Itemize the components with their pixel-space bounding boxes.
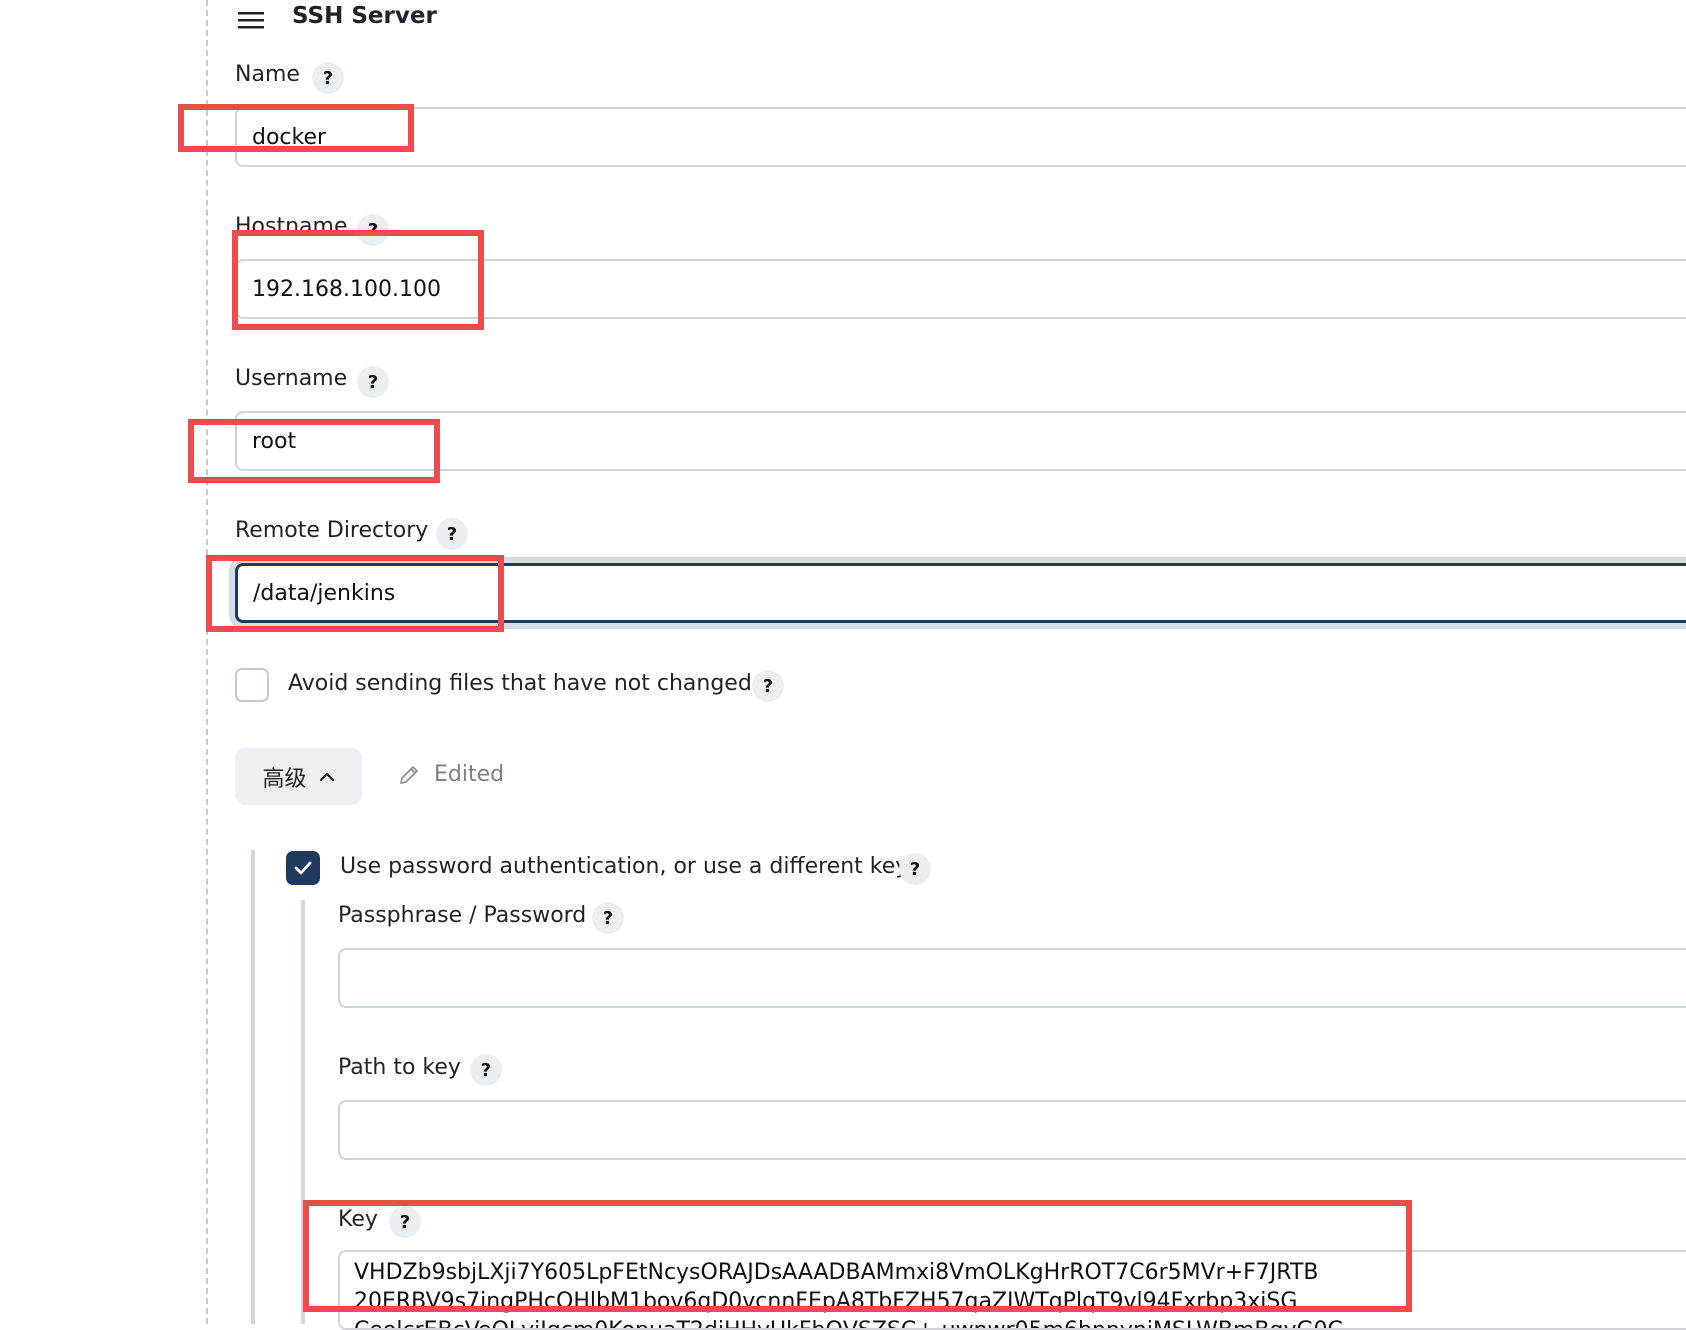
name-help-icon[interactable]: ? [312,62,344,94]
section-title: SSH Server [292,3,437,29]
key-line: VHDZb9sbjLXji7Y605LpFEtNcysORAJDsAAADBAM… [354,1260,1319,1285]
chevron-up-icon [319,772,335,782]
remote-directory-help-icon[interactable]: ? [436,518,468,550]
avoid-sending-label: Avoid sending files that have not change… [288,671,752,696]
path-to-key-label: Path to key [338,1055,461,1080]
key-textarea[interactable]: VHDZb9sbjLXji7Y605LpFEtNcysORAJDsAAADBAM… [338,1250,1686,1330]
key-help-icon[interactable]: ? [389,1206,421,1238]
passphrase-label: Passphrase / Password [338,903,587,928]
remote-directory-input[interactable]: /data/jenkins [235,563,1686,623]
username-input[interactable]: root [235,411,1686,471]
pencil-icon [397,763,421,787]
path-to-key-help-icon[interactable]: ? [470,1054,502,1086]
name-input[interactable]: docker [235,107,1686,167]
advanced-label: 高级 [262,766,307,792]
advanced-toggle-button[interactable]: 高级 [235,748,362,805]
hamburger-menu-icon[interactable] [238,10,264,30]
use-password-help-icon[interactable]: ? [899,853,931,885]
hostname-label: Hostname [235,214,348,239]
avoid-sending-help-icon[interactable]: ? [752,670,784,702]
hostname-input[interactable]: 192.168.100.100 [235,259,1686,319]
passphrase-help-icon[interactable]: ? [592,902,624,934]
edited-label: Edited [434,762,505,787]
avoid-sending-checkbox[interactable] [235,668,269,702]
name-label: Name [235,62,300,87]
key-line: CeolcrEBcVeQLvjJqcm0KopuaT2diHHyUkFbQVSZ… [354,1316,1682,1328]
use-password-checkbox[interactable] [286,851,320,885]
remote-directory-label: Remote Directory [235,518,429,543]
password-section-rail [301,900,305,1324]
key-label: Key [338,1207,378,1232]
path-to-key-input[interactable] [338,1100,1686,1160]
check-icon [294,861,312,875]
username-help-icon[interactable]: ? [357,366,389,398]
key-line: 20ERBV9s7ingPHcQHlbM1bov6qD0vcnnFEpA8TbF… [354,1289,1298,1314]
advanced-section-rail [251,850,255,1324]
passphrase-input[interactable] [338,948,1686,1008]
section-divider [206,0,208,1324]
use-password-label: Use password authentication, or use a di… [340,854,909,879]
username-label: Username [235,366,348,391]
hostname-help-icon[interactable]: ? [357,214,389,246]
